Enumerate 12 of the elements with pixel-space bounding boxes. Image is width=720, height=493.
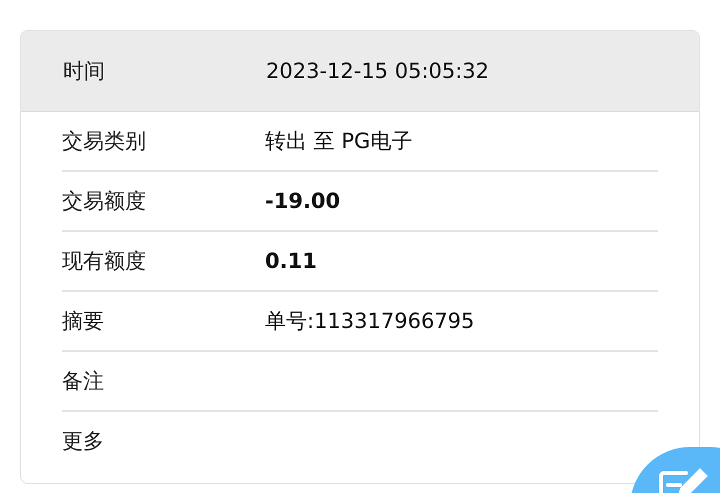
row-label: 交易额度 [62,188,147,215]
row-value: 转出 至 PG电子 [265,128,412,155]
row-label: 备注 [62,368,105,395]
row-label: 现有额度 [62,248,147,275]
row-label: 摘要 [62,308,105,335]
row-value: 2023-12-15 05:05:32 [266,59,490,83]
row-value: 单号:113317966795 [265,308,474,335]
row-label: 时间 [63,58,106,85]
row-label: 交易类别 [62,128,147,155]
row-label: 更多 [62,428,105,455]
row-value: 0.11 [265,249,317,273]
row-value: -19.00 [265,189,340,213]
